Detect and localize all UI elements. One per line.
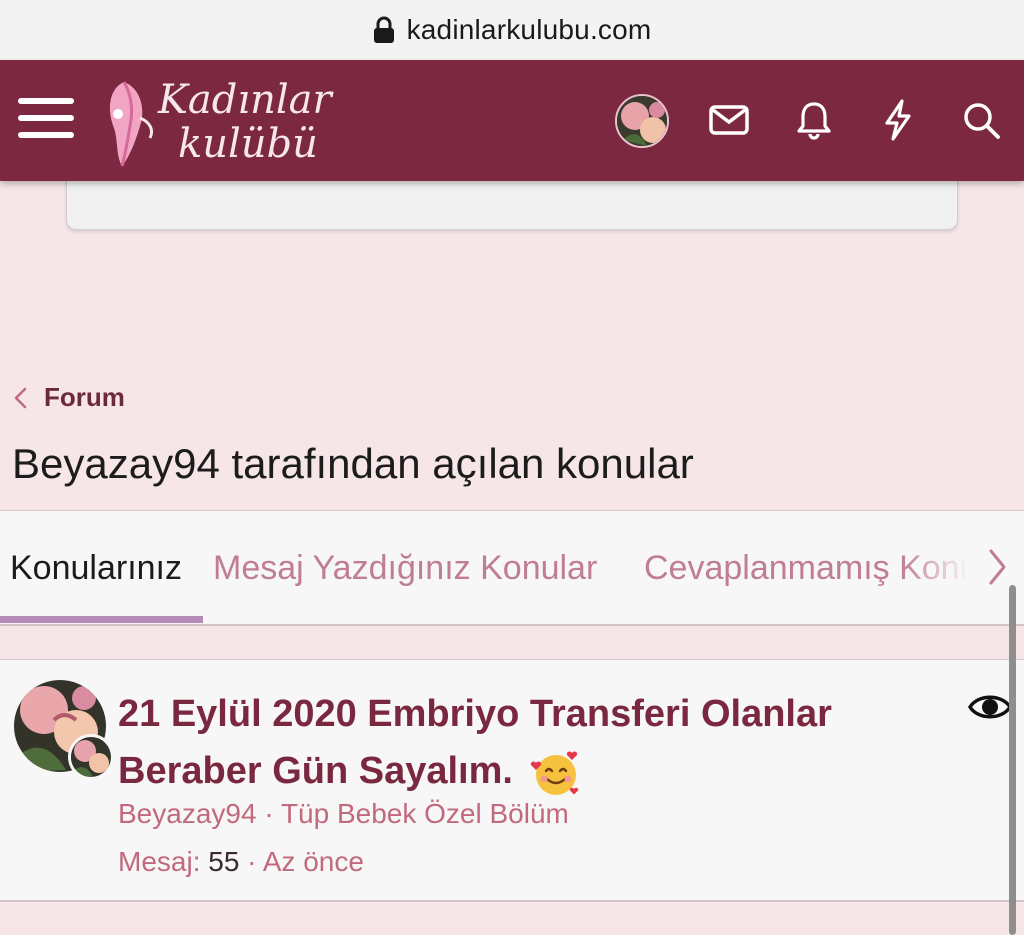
- eye-icon[interactable]: [968, 690, 1012, 724]
- notifications-button[interactable]: [786, 92, 842, 148]
- replies-label: Mesaj:: [118, 846, 201, 877]
- search-button[interactable]: [953, 92, 1009, 148]
- menu-icon-bar: [18, 115, 74, 121]
- bell-icon: [797, 102, 831, 140]
- breadcrumb-forum-link[interactable]: Forum: [44, 382, 125, 413]
- user-avatar[interactable]: [615, 94, 669, 148]
- envelope-icon: [709, 105, 749, 135]
- thread-title-link[interactable]: 21 Eylül 2020 Embriyo Transferi Olanlar …: [118, 686, 938, 800]
- thread-title-text: 21 Eylül 2020 Embriyo Transferi Olanlar …: [118, 693, 832, 792]
- url-text: kadinlarkulubu.com: [406, 14, 652, 45]
- thread-last-post-time[interactable]: Az önce: [263, 846, 364, 877]
- logo-text-line1: Kadınlar: [158, 77, 332, 123]
- page-scrollbar[interactable]: [1009, 585, 1016, 935]
- smiling-face-with-hearts-icon: [530, 751, 578, 795]
- replies-count: 55: [208, 846, 240, 877]
- menu-icon-bar: [18, 132, 74, 138]
- meta-separator: ·: [256, 798, 281, 829]
- avatar-image: [71, 737, 111, 777]
- tab-threads-posted-in[interactable]: Mesaj Yazdığınız Konular: [213, 549, 597, 588]
- tab-your-threads[interactable]: Konularınız: [10, 549, 182, 588]
- active-tab-indicator: [0, 616, 203, 623]
- lock-icon: [373, 16, 394, 43]
- thread-author-link[interactable]: Beyazay94: [118, 798, 257, 829]
- page-title: Beyazay94 tarafından açılan konular: [12, 440, 694, 487]
- last-poster-avatar[interactable]: [68, 734, 114, 780]
- breadcrumb[interactable]: Forum: [12, 382, 125, 413]
- site-logo[interactable]: Kadınlar kulübü: [100, 72, 350, 172]
- thread-list-item[interactable]: 21 Eylül 2020 Embriyo Transferi Olanlar …: [0, 659, 1024, 902]
- thread-meta-line: Beyazay94 · Tüp Bebek Özel Bölüm: [118, 798, 569, 830]
- chevron-right-icon: [989, 549, 1006, 585]
- logo-text-line2: kulübü: [178, 121, 318, 167]
- chevron-left-icon: [14, 387, 27, 408]
- inbox-button[interactable]: [701, 92, 757, 148]
- tabs-fade-overlay: [900, 511, 970, 623]
- lightning-icon: [885, 99, 911, 141]
- thread-stats-line: Mesaj: 55 · Az önce: [118, 846, 364, 878]
- tab-bar: Konularınız Mesaj Yazdığınız Konular Cev…: [0, 510, 1024, 626]
- meta-separator: ·: [239, 846, 263, 877]
- menu-icon-bar: [18, 98, 74, 104]
- menu-button[interactable]: [18, 98, 74, 142]
- browser-url-bar[interactable]: kadinlarkulubu.com: [0, 0, 1024, 60]
- whats-new-button[interactable]: [870, 92, 926, 148]
- search-icon: [964, 103, 1000, 139]
- logo-ribbon-icon: [109, 81, 154, 167]
- thread-forum-link[interactable]: Tüp Bebek Özel Bölüm: [281, 798, 569, 829]
- avatar-image: [617, 96, 667, 146]
- site-header: Kadınlar kulübü: [0, 60, 1024, 181]
